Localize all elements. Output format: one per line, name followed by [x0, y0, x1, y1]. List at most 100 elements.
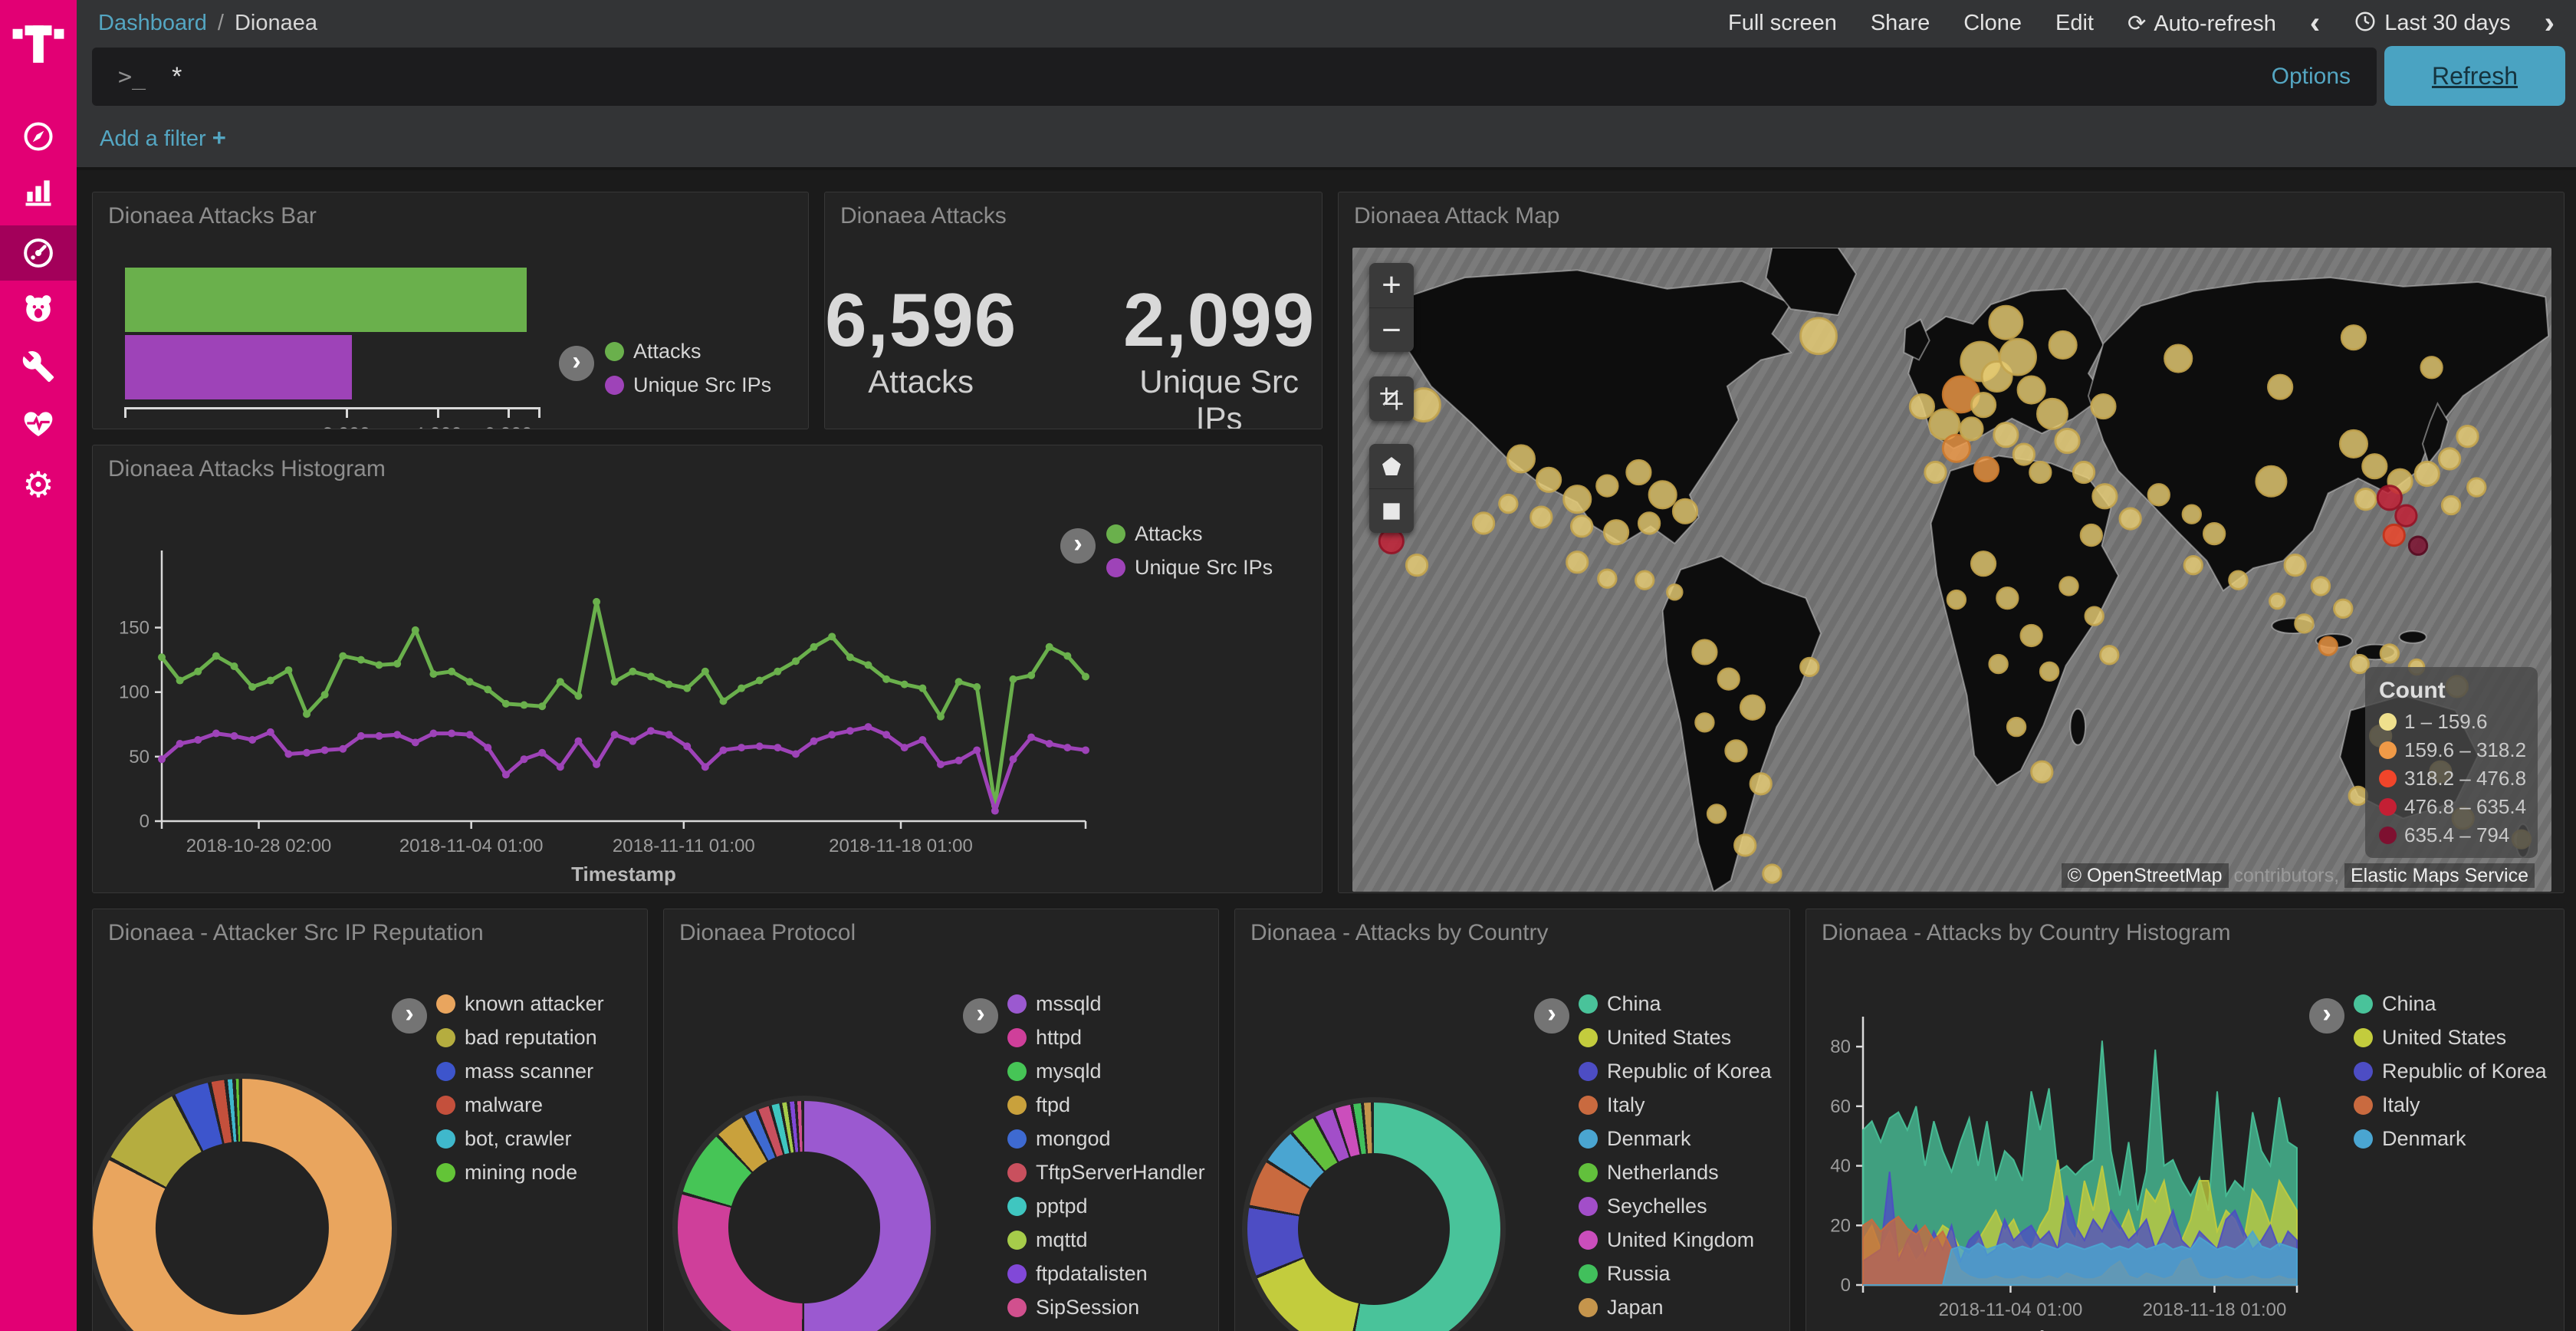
country-histogram-chart[interactable]: 0204060802018-11-04 01:002018-11-18 01:0… [1815, 1001, 2306, 1331]
legend-toggle-icon[interactable]: › [2309, 998, 2344, 1034]
legend-item[interactable]: Republic of Korea [1579, 1060, 1772, 1083]
attack-bubble [1960, 418, 1983, 440]
legend-item[interactable]: mass scanner [436, 1060, 604, 1083]
attack-map[interactable]: + − Count 1 – 159.6159. [1352, 248, 2551, 892]
legend-item[interactable]: Denmark [2354, 1127, 2547, 1151]
options-button[interactable]: Options [2272, 64, 2351, 90]
auto-refresh-button[interactable]: ⟳Auto-refresh [2128, 10, 2276, 37]
legend-toggle-icon[interactable]: › [963, 998, 998, 1034]
attack-bubble [2037, 399, 2067, 429]
legend-item[interactable]: mongod [1007, 1127, 1205, 1151]
legend-item[interactable]: Russia [1579, 1262, 1772, 1286]
legend-item[interactable]: ftpdatalisten [1007, 1262, 1205, 1286]
legend-item[interactable]: Denmark [1579, 1127, 1772, 1151]
sidebar-item-devtools[interactable] [0, 339, 77, 394]
legend-item[interactable]: China [2354, 992, 2547, 1016]
legend-item[interactable]: 476.8 – 635.4 [2379, 795, 2524, 819]
time-range-button[interactable]: Last 30 days [2354, 10, 2510, 36]
legend-item[interactable]: bad reputation [436, 1026, 604, 1050]
legend-item[interactable]: Attacks [1106, 522, 1273, 546]
legend-toggle-icon[interactable]: › [1060, 528, 1096, 564]
attack-bubble [2101, 646, 2118, 664]
country-donut-chart[interactable] [1247, 1103, 1500, 1331]
attack-bubble [1406, 554, 1427, 575]
legend-item[interactable]: bot, crawler [436, 1127, 604, 1151]
zoom-in-button[interactable]: + [1369, 263, 1414, 307]
legend-item[interactable]: Unique Src IPs [1106, 556, 1273, 580]
legend-dot [1579, 1062, 1598, 1081]
legend-item[interactable]: Netherlands [1579, 1161, 1772, 1185]
search-input[interactable]: >_ * Options [92, 48, 2377, 106]
legend-item[interactable]: Attacks [605, 340, 771, 363]
legend-item[interactable]: TftpServerHandler [1007, 1161, 1205, 1185]
legend-item[interactable]: 635.4 – 794 [2379, 823, 2524, 847]
legend-item[interactable]: malware [436, 1093, 604, 1117]
rectangle-draw-icon[interactable] [1369, 488, 1414, 533]
sidebar-item-visualize[interactable] [0, 164, 77, 219]
legend-item[interactable]: known attacker [436, 992, 604, 1016]
legend-item[interactable]: mining node [436, 1161, 604, 1185]
share-button[interactable]: Share [1871, 11, 1930, 36]
attacks-bar-chart[interactable]: 2,0004,0006,000 [125, 268, 585, 429]
legend-item[interactable]: mysqld [1007, 1060, 1205, 1083]
legend-toggle-icon[interactable]: › [559, 346, 594, 381]
legend-item[interactable]: httpd [1007, 1026, 1205, 1050]
crop-fit-icon[interactable] [1369, 376, 1414, 421]
legend-item[interactable]: Republic of Korea [2354, 1060, 2547, 1083]
legend-item[interactable]: mqttd [1007, 1228, 1205, 1252]
osm-link[interactable]: © OpenStreetMap [2062, 863, 2229, 888]
breadcrumb-current: Dionaea [235, 11, 317, 36]
legend-item[interactable]: 318.2 – 476.8 [2379, 767, 2524, 790]
zoom-out-button[interactable]: − [1369, 307, 1414, 352]
svg-text:150: 150 [119, 618, 150, 639]
protocol-donut-chart[interactable] [678, 1101, 931, 1331]
legend-item[interactable]: mssqld [1007, 992, 1205, 1016]
sidebar-item-management[interactable]: ⚙ [0, 457, 77, 512]
legend-item[interactable]: pptpd [1007, 1195, 1205, 1218]
attack-bubble [2081, 524, 2101, 545]
legend-item[interactable]: China [1579, 992, 1772, 1016]
ems-link[interactable]: Elastic Maps Service [2344, 863, 2535, 888]
time-forward-button[interactable]: › [2545, 11, 2555, 35]
legend-item[interactable]: SipSession [1007, 1296, 1205, 1319]
legend-item[interactable]: Italy [1579, 1093, 1772, 1117]
panel-title: Dionaea - Attacks by Country [1250, 920, 1549, 946]
legend-dot [436, 1028, 455, 1047]
legend-item[interactable]: Seychelles [1579, 1195, 1772, 1218]
full-screen-button[interactable]: Full screen [1728, 11, 1837, 36]
legend-toggle-icon[interactable]: › [392, 998, 427, 1034]
legend-dot [1007, 1298, 1027, 1317]
legend-item[interactable]: Italy [2354, 1093, 2547, 1117]
breadcrumb-separator: / [218, 11, 224, 36]
legend-item[interactable]: United Kingdom [1579, 1228, 1772, 1252]
sidebar-item-dashboard[interactable] [0, 225, 77, 281]
breadcrumb-dashboard[interactable]: Dashboard [98, 11, 207, 36]
polygon-draw-icon[interactable] [1369, 444, 1414, 488]
legend-item[interactable]: Unique Src IPs [605, 373, 771, 397]
legend-toggle-icon[interactable]: › [1534, 998, 1569, 1034]
query-text[interactable]: * [172, 62, 182, 92]
reputation-donut-chart[interactable] [93, 1079, 392, 1331]
add-filter-button[interactable]: Add a filter + [100, 124, 226, 152]
legend-item[interactable]: Japan [1579, 1296, 1772, 1319]
attack-bubble [2085, 607, 2103, 625]
bar-attacks[interactable] [125, 268, 527, 332]
legend-dot [1007, 1096, 1027, 1115]
legend-item[interactable]: United States [1579, 1026, 1772, 1050]
legend-item[interactable]: United States [2354, 1026, 2547, 1050]
sidebar-item-monitoring[interactable] [0, 396, 77, 451]
time-back-button[interactable]: ‹ [2310, 11, 2320, 35]
attacks-histogram-chart[interactable]: 0501001502018-10-28 02:002018-11-04 01:0… [108, 537, 1097, 886]
telekom-logo[interactable] [8, 14, 69, 72]
sidebar-item-tpot[interactable] [0, 281, 77, 336]
axis-tick-label: 4,000 [414, 424, 462, 429]
refresh-button[interactable]: Refresh [2384, 46, 2565, 106]
legend-item[interactable]: ftpd [1007, 1093, 1205, 1117]
legend-label: Japan [1607, 1296, 1664, 1319]
legend-item[interactable]: 159.6 – 318.2 [2379, 738, 2524, 762]
sidebar-item-discover[interactable] [0, 109, 77, 164]
edit-button[interactable]: Edit [2055, 11, 2094, 36]
bar-unique-src-ips[interactable] [125, 335, 352, 399]
legend-item[interactable]: 1 – 159.6 [2379, 710, 2524, 734]
clone-button[interactable]: Clone [1963, 11, 2022, 36]
